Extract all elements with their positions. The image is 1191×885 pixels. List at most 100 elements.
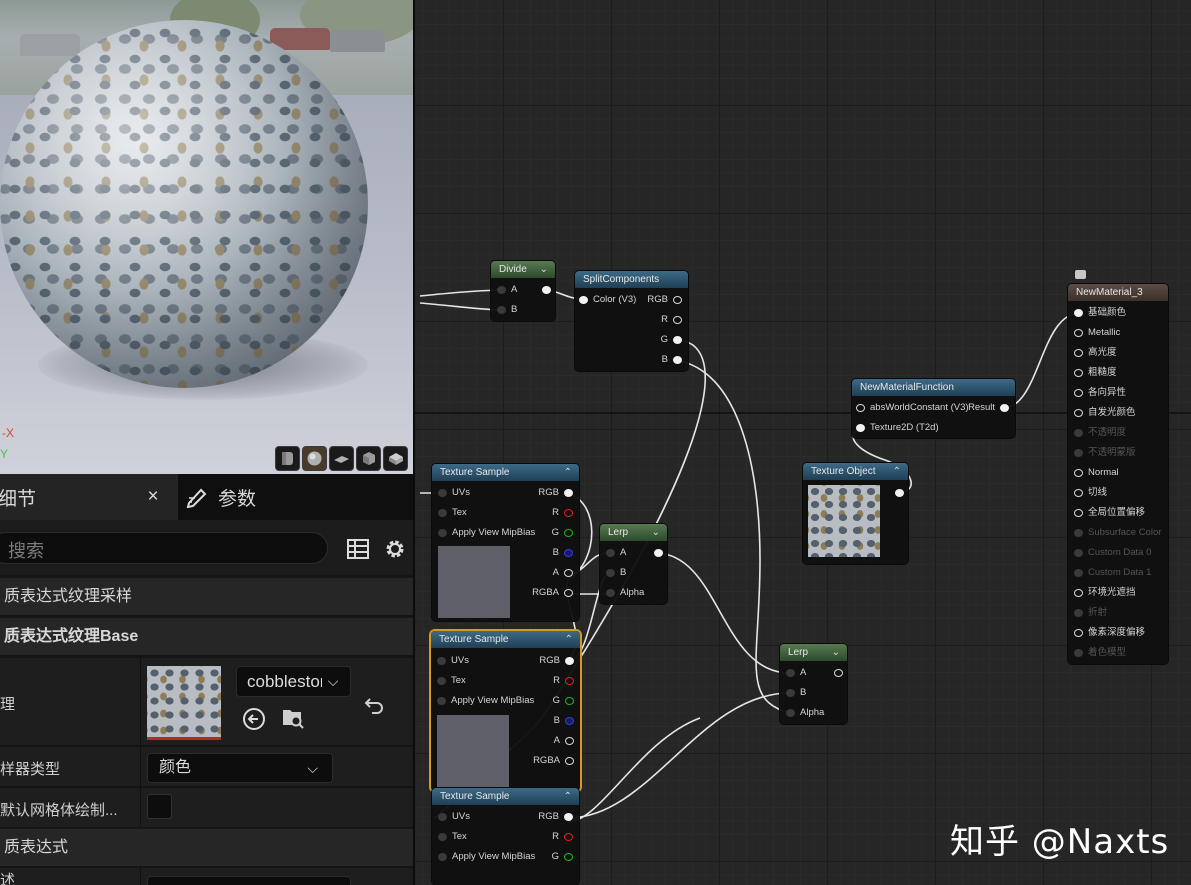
material-pin[interactable]: 折射 <box>1074 603 1107 623</box>
pin-b[interactable]: B <box>553 543 573 563</box>
pin-tex[interactable]: Tex <box>438 503 467 523</box>
pin-a[interactable]: A <box>786 663 806 683</box>
pin-output[interactable] <box>649 543 663 563</box>
pin-rgb[interactable]: RGB <box>538 483 573 503</box>
reset-to-default-icon[interactable] <box>362 694 386 718</box>
pin-a[interactable]: A <box>606 543 626 563</box>
pin-r[interactable]: R <box>553 671 574 691</box>
material-pin[interactable]: Custom Data 1 <box>1074 563 1151 583</box>
cube-preview-icon[interactable] <box>356 446 381 471</box>
tab-parameters[interactable]: 参数 <box>186 474 256 520</box>
pin-mip-bias[interactable]: Apply View MipBias <box>437 691 534 711</box>
pin-output[interactable] <box>537 280 551 300</box>
description-field[interactable] <box>147 876 351 885</box>
material-pin[interactable]: 像素深度偏移 <box>1074 623 1145 643</box>
pin-b[interactable]: B <box>662 350 682 370</box>
material-pin[interactable]: 全局位置偏移 <box>1074 503 1145 523</box>
material-pin[interactable]: 切线 <box>1074 483 1107 503</box>
pin-rgba[interactable]: RGBA <box>533 751 574 771</box>
collapse-icon[interactable]: ⌃ <box>565 631 573 648</box>
pin-output[interactable] <box>829 663 843 683</box>
gear-icon[interactable] <box>383 537 407 561</box>
pin-b[interactable]: B <box>606 563 626 583</box>
pin-uvs[interactable]: UVs <box>437 651 469 671</box>
material-pin[interactable]: Normal <box>1074 463 1119 483</box>
category-texture-sample[interactable]: 质表达式纹理采样 <box>0 577 413 615</box>
search-input[interactable]: 搜索 <box>0 532 328 564</box>
collapse-icon[interactable]: ⌃ <box>564 788 572 805</box>
material-pin[interactable]: 着色模型 <box>1074 643 1126 663</box>
material-pin[interactable]: Subsurface Color <box>1074 523 1161 543</box>
node-split-components[interactable]: SplitComponents Color (V3) RGB R G B <box>575 271 688 371</box>
node-texture-object[interactable]: Texture Object ⌃ <box>803 463 908 564</box>
material-pin[interactable]: 自发光颜色 <box>1074 403 1136 423</box>
pin-g[interactable]: G <box>553 691 574 711</box>
node-texture-sample-1[interactable]: Texture Sample ⌃ UVs Tex Apply View MipBi… <box>432 464 579 621</box>
pin-tex[interactable]: Tex <box>437 671 466 691</box>
close-icon[interactable]: × <box>143 486 163 508</box>
pin-mip-bias[interactable]: Apply View MipBias <box>438 523 535 543</box>
material-pin[interactable]: Custom Data 0 <box>1074 543 1151 563</box>
chevron-down-icon[interactable]: ⌄ <box>652 524 660 541</box>
pin-a[interactable]: A <box>497 280 517 300</box>
pin-output[interactable] <box>890 483 904 503</box>
chevron-down-icon[interactable]: ⌄ <box>832 644 840 661</box>
cylinder-preview-icon[interactable] <box>275 446 300 471</box>
collapse-icon[interactable]: ⌃ <box>564 464 572 481</box>
use-selected-asset-icon[interactable] <box>242 707 266 731</box>
pin-tex[interactable]: Tex <box>438 827 467 847</box>
texture-asset-dropdown[interactable]: cobblestone ⌵ <box>236 666 351 697</box>
pin-g[interactable]: G <box>552 847 573 867</box>
pin-mip-bias[interactable]: Apply View MipBias <box>438 847 535 867</box>
category-material-expression[interactable]: 质表达式 <box>0 828 413 866</box>
pin-r[interactable]: R <box>552 503 573 523</box>
node-lerp-1[interactable]: Lerp ⌄ A B Alpha <box>600 524 667 604</box>
comment-icon[interactable] <box>1075 270 1086 279</box>
texture-thumbnail[interactable] <box>147 666 221 740</box>
pin-uvs[interactable]: UVs <box>438 807 470 827</box>
pin-uvs[interactable]: UVs <box>438 483 470 503</box>
pin-g[interactable]: G <box>552 523 573 543</box>
pin-rgb[interactable]: RGB <box>539 651 574 671</box>
table-view-icon[interactable] <box>347 539 369 559</box>
node-material-function[interactable]: NewMaterialFunction absWorldConstant (V3… <box>852 379 1015 438</box>
material-pin[interactable]: 高光度 <box>1074 343 1117 363</box>
material-pin[interactable]: 不透明蒙版 <box>1074 443 1136 463</box>
pin-abs-world-constant[interactable]: absWorldConstant (V3) <box>856 398 969 418</box>
material-pin[interactable]: 各向异性 <box>1074 383 1126 403</box>
pin-b[interactable]: B <box>554 711 574 731</box>
pin-rgba[interactable]: RGBA <box>532 583 573 603</box>
custom-mesh-preview-icon[interactable] <box>383 446 408 471</box>
plane-preview-icon[interactable] <box>329 446 354 471</box>
pin-a[interactable]: A <box>554 731 574 751</box>
material-pin[interactable]: 环境光遮挡 <box>1074 583 1136 603</box>
pin-r[interactable]: R <box>552 827 573 847</box>
category-texture-base[interactable]: 质表达式纹理Base <box>0 617 413 655</box>
sphere-preview-icon[interactable] <box>302 446 327 471</box>
sampler-type-dropdown[interactable]: 颜色 ⌵ <box>147 753 333 783</box>
panel-splitter[interactable] <box>413 0 415 885</box>
material-pin[interactable]: 不透明度 <box>1074 423 1126 443</box>
material-pin[interactable]: 粗糙度 <box>1074 363 1117 383</box>
pin-alpha[interactable]: Alpha <box>786 703 824 723</box>
node-texture-sample-3[interactable]: Texture Sample ⌃ UVs Tex Apply View MipBi… <box>432 788 579 885</box>
pin-b[interactable]: B <box>786 683 806 703</box>
node-material-result[interactable]: NewMaterial_3 基础颜色 Metallic 高光度 粗糙度 各向异性 自发光颜… <box>1068 284 1168 664</box>
default-mesh-paint-checkbox[interactable] <box>147 794 172 819</box>
pin-rgb[interactable]: RGB <box>647 290 682 310</box>
collapse-icon[interactable]: ⌃ <box>893 463 901 480</box>
preview-viewport[interactable]: -X Y <box>0 0 413 474</box>
node-texture-sample-2[interactable]: Texture Sample ⌃ UVs Tex Apply View MipBi… <box>431 631 580 791</box>
chevron-down-icon[interactable]: ⌄ <box>540 261 548 278</box>
pin-alpha[interactable]: Alpha <box>606 583 644 603</box>
material-pin[interactable]: Metallic <box>1074 323 1120 343</box>
pin-a[interactable]: A <box>553 563 573 583</box>
node-divide[interactable]: Divide ⌄ A B <box>491 261 555 321</box>
pin-r[interactable]: R <box>661 310 682 330</box>
pin-color[interactable]: Color (V3) <box>579 290 636 310</box>
pin-texture2d[interactable]: Texture2D (T2d) <box>856 418 939 438</box>
pin-result[interactable]: Result <box>968 398 1009 418</box>
material-pin[interactable]: 基础颜色 <box>1074 303 1126 323</box>
pin-b[interactable]: B <box>497 300 517 320</box>
node-lerp-2[interactable]: Lerp ⌄ A B Alpha <box>780 644 847 724</box>
